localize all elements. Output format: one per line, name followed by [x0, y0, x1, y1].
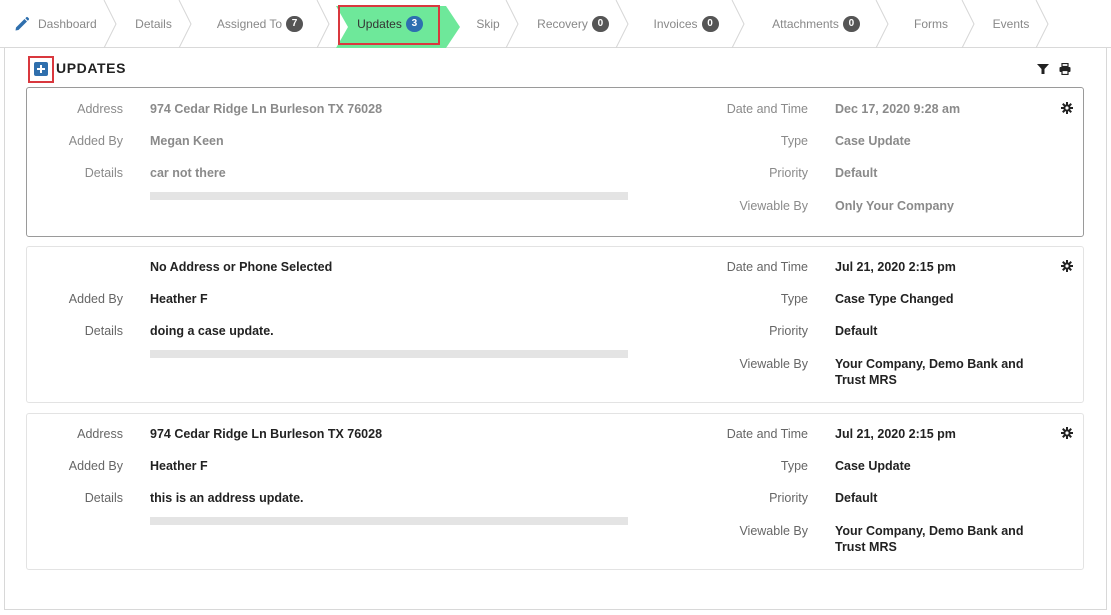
tab-separator — [103, 0, 117, 48]
viewable-by-label: Viewable By — [739, 524, 808, 538]
tab-label: Assigned To — [216, 17, 283, 31]
tab-assigned-to[interactable]: Assigned To 7 — [191, 0, 330, 48]
date-time-label: Date and Time — [726, 102, 808, 116]
viewable-by-value: Your Company, Demo Bank and Trust MRS — [835, 357, 1024, 387]
section-title: UPDATES — [56, 60, 127, 76]
viewable-by-label: Viewable By — [739, 199, 808, 213]
priority-label: Priority — [769, 166, 808, 180]
tab-label: Invoices — [653, 17, 698, 31]
tab-label: Attachments — [772, 17, 839, 31]
tab-label: Details — [135, 17, 172, 31]
add-button-highlight — [28, 56, 54, 83]
gear-icon[interactable] — [1061, 102, 1073, 114]
priority-label: Priority — [769, 324, 808, 338]
print-icon[interactable] — [1059, 63, 1071, 75]
update-card[interactable]: Address 974 Cedar Ridge Ln Burleson TX 7… — [26, 87, 1084, 237]
pencil-icon — [15, 16, 30, 31]
address-label: Address — [77, 102, 123, 116]
added-by-value: Megan Keen — [150, 134, 224, 148]
update-card[interactable]: Address 974 Cedar Ridge Ln Burleson TX 7… — [26, 413, 1084, 570]
priority-value: Default — [835, 166, 878, 180]
filter-icon[interactable] — [1037, 63, 1049, 75]
details-label: Details — [84, 324, 123, 338]
count-badge: 0 — [701, 16, 719, 32]
tab-events[interactable]: Events — [974, 0, 1049, 48]
tab-separator — [316, 0, 330, 48]
tab-separator — [731, 0, 745, 48]
details-label: Details — [84, 491, 123, 505]
tab-forms[interactable]: Forms — [888, 0, 975, 48]
tab-skip[interactable]: Skip — [458, 0, 519, 48]
viewable-by-value: Your Company, Demo Bank and Trust MRS — [835, 524, 1024, 554]
tab-label: Recovery — [537, 17, 588, 31]
details-placeholder-bar — [150, 350, 628, 358]
tab-label: Dashboard — [38, 17, 97, 31]
details-value: doing a case update. — [150, 324, 274, 338]
count-badge: 0 — [842, 16, 860, 32]
tab-invoices[interactable]: Invoices 0 — [628, 0, 745, 48]
case-tab-bar: Dashboard Details Assigned To 7 Updates … — [0, 0, 1111, 48]
gear-icon[interactable] — [1061, 427, 1073, 439]
tab-separator — [961, 0, 975, 48]
details-value: this is an address update. — [150, 491, 304, 505]
tab-details[interactable]: Details — [116, 0, 192, 48]
date-time-value: Dec 17, 2020 9:28 am — [835, 102, 961, 116]
type-label: Type — [780, 459, 808, 473]
added-by-label: Added By — [68, 459, 123, 473]
viewable-by-value: Only Your Company — [835, 199, 955, 213]
tab-separator — [505, 0, 519, 48]
viewable-by-label: Viewable By — [739, 357, 808, 371]
tab-attachments[interactable]: Attachments 0 — [744, 0, 889, 48]
added-by-value: Heather F — [150, 459, 208, 473]
tab-separator — [178, 0, 192, 48]
updates-tab-highlight — [338, 5, 440, 45]
date-time-value: Jul 21, 2020 2:15 pm — [835, 260, 956, 274]
date-time-label: Date and Time — [726, 260, 808, 274]
priority-value: Default — [835, 324, 878, 338]
tab-separator — [875, 0, 889, 48]
details-label: Details — [84, 166, 123, 180]
address-value: 974 Cedar Ridge Ln Burleson TX 76028 — [150, 102, 383, 116]
added-by-value: Heather F — [150, 292, 208, 306]
gear-icon[interactable] — [1061, 260, 1073, 272]
details-value: car not there — [150, 166, 226, 180]
details-placeholder-bar — [150, 192, 628, 200]
type-value: Case Type Changed — [835, 292, 954, 306]
address-value: No Address or Phone Selected — [150, 260, 333, 274]
tab-dashboard[interactable]: Dashboard — [8, 0, 117, 48]
tab-label: Skip — [476, 17, 500, 31]
tab-label: Events — [992, 17, 1030, 31]
type-label: Type — [780, 134, 808, 148]
details-placeholder-bar — [150, 517, 628, 525]
tab-label: Forms — [914, 17, 948, 31]
priority-value: Default — [835, 491, 878, 505]
added-by-label: Added By — [68, 134, 123, 148]
type-value: Case Update — [835, 134, 911, 148]
type-value: Case Update — [835, 459, 911, 473]
added-by-label: Added By — [68, 292, 123, 306]
address-value: 974 Cedar Ridge Ln Burleson TX 76028 — [150, 427, 383, 441]
date-time-value: Jul 21, 2020 2:15 pm — [835, 427, 956, 441]
tab-recovery[interactable]: Recovery 0 — [518, 0, 629, 48]
address-label: Address — [77, 427, 123, 441]
update-card[interactable]: No Address or Phone Selected Added By He… — [26, 246, 1084, 403]
tab-separator — [615, 0, 629, 48]
type-label: Type — [780, 292, 808, 306]
count-badge: 7 — [286, 16, 304, 32]
date-time-label: Date and Time — [726, 427, 808, 441]
tab-separator — [1035, 0, 1049, 48]
count-badge: 0 — [591, 16, 609, 32]
priority-label: Priority — [769, 491, 808, 505]
